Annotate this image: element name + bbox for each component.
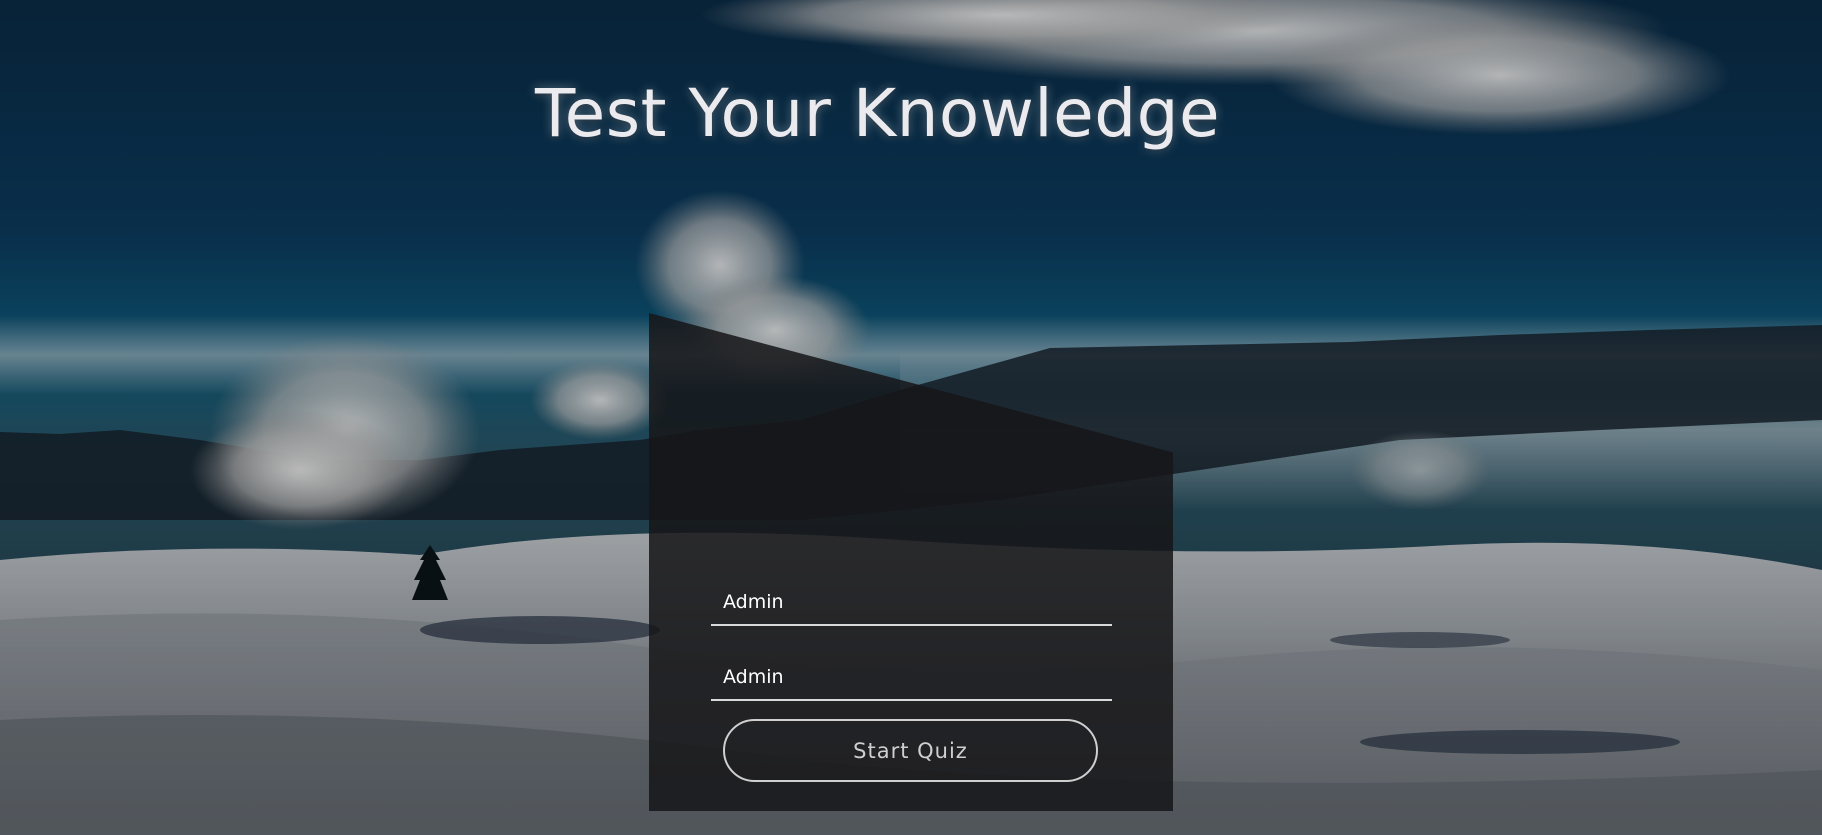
username-field-wrapper <box>711 580 1112 626</box>
password-field-wrapper <box>711 655 1112 701</box>
username-input[interactable] <box>711 580 1112 624</box>
quiz-landing-screen: Test Your Knowledge Start Quiz <box>0 0 1822 835</box>
start-quiz-button[interactable]: Start Quiz <box>723 719 1098 782</box>
page-title: Test Your Knowledge <box>535 75 1221 152</box>
password-input[interactable] <box>711 655 1112 699</box>
title-container: Test Your Knowledge <box>535 75 1285 152</box>
